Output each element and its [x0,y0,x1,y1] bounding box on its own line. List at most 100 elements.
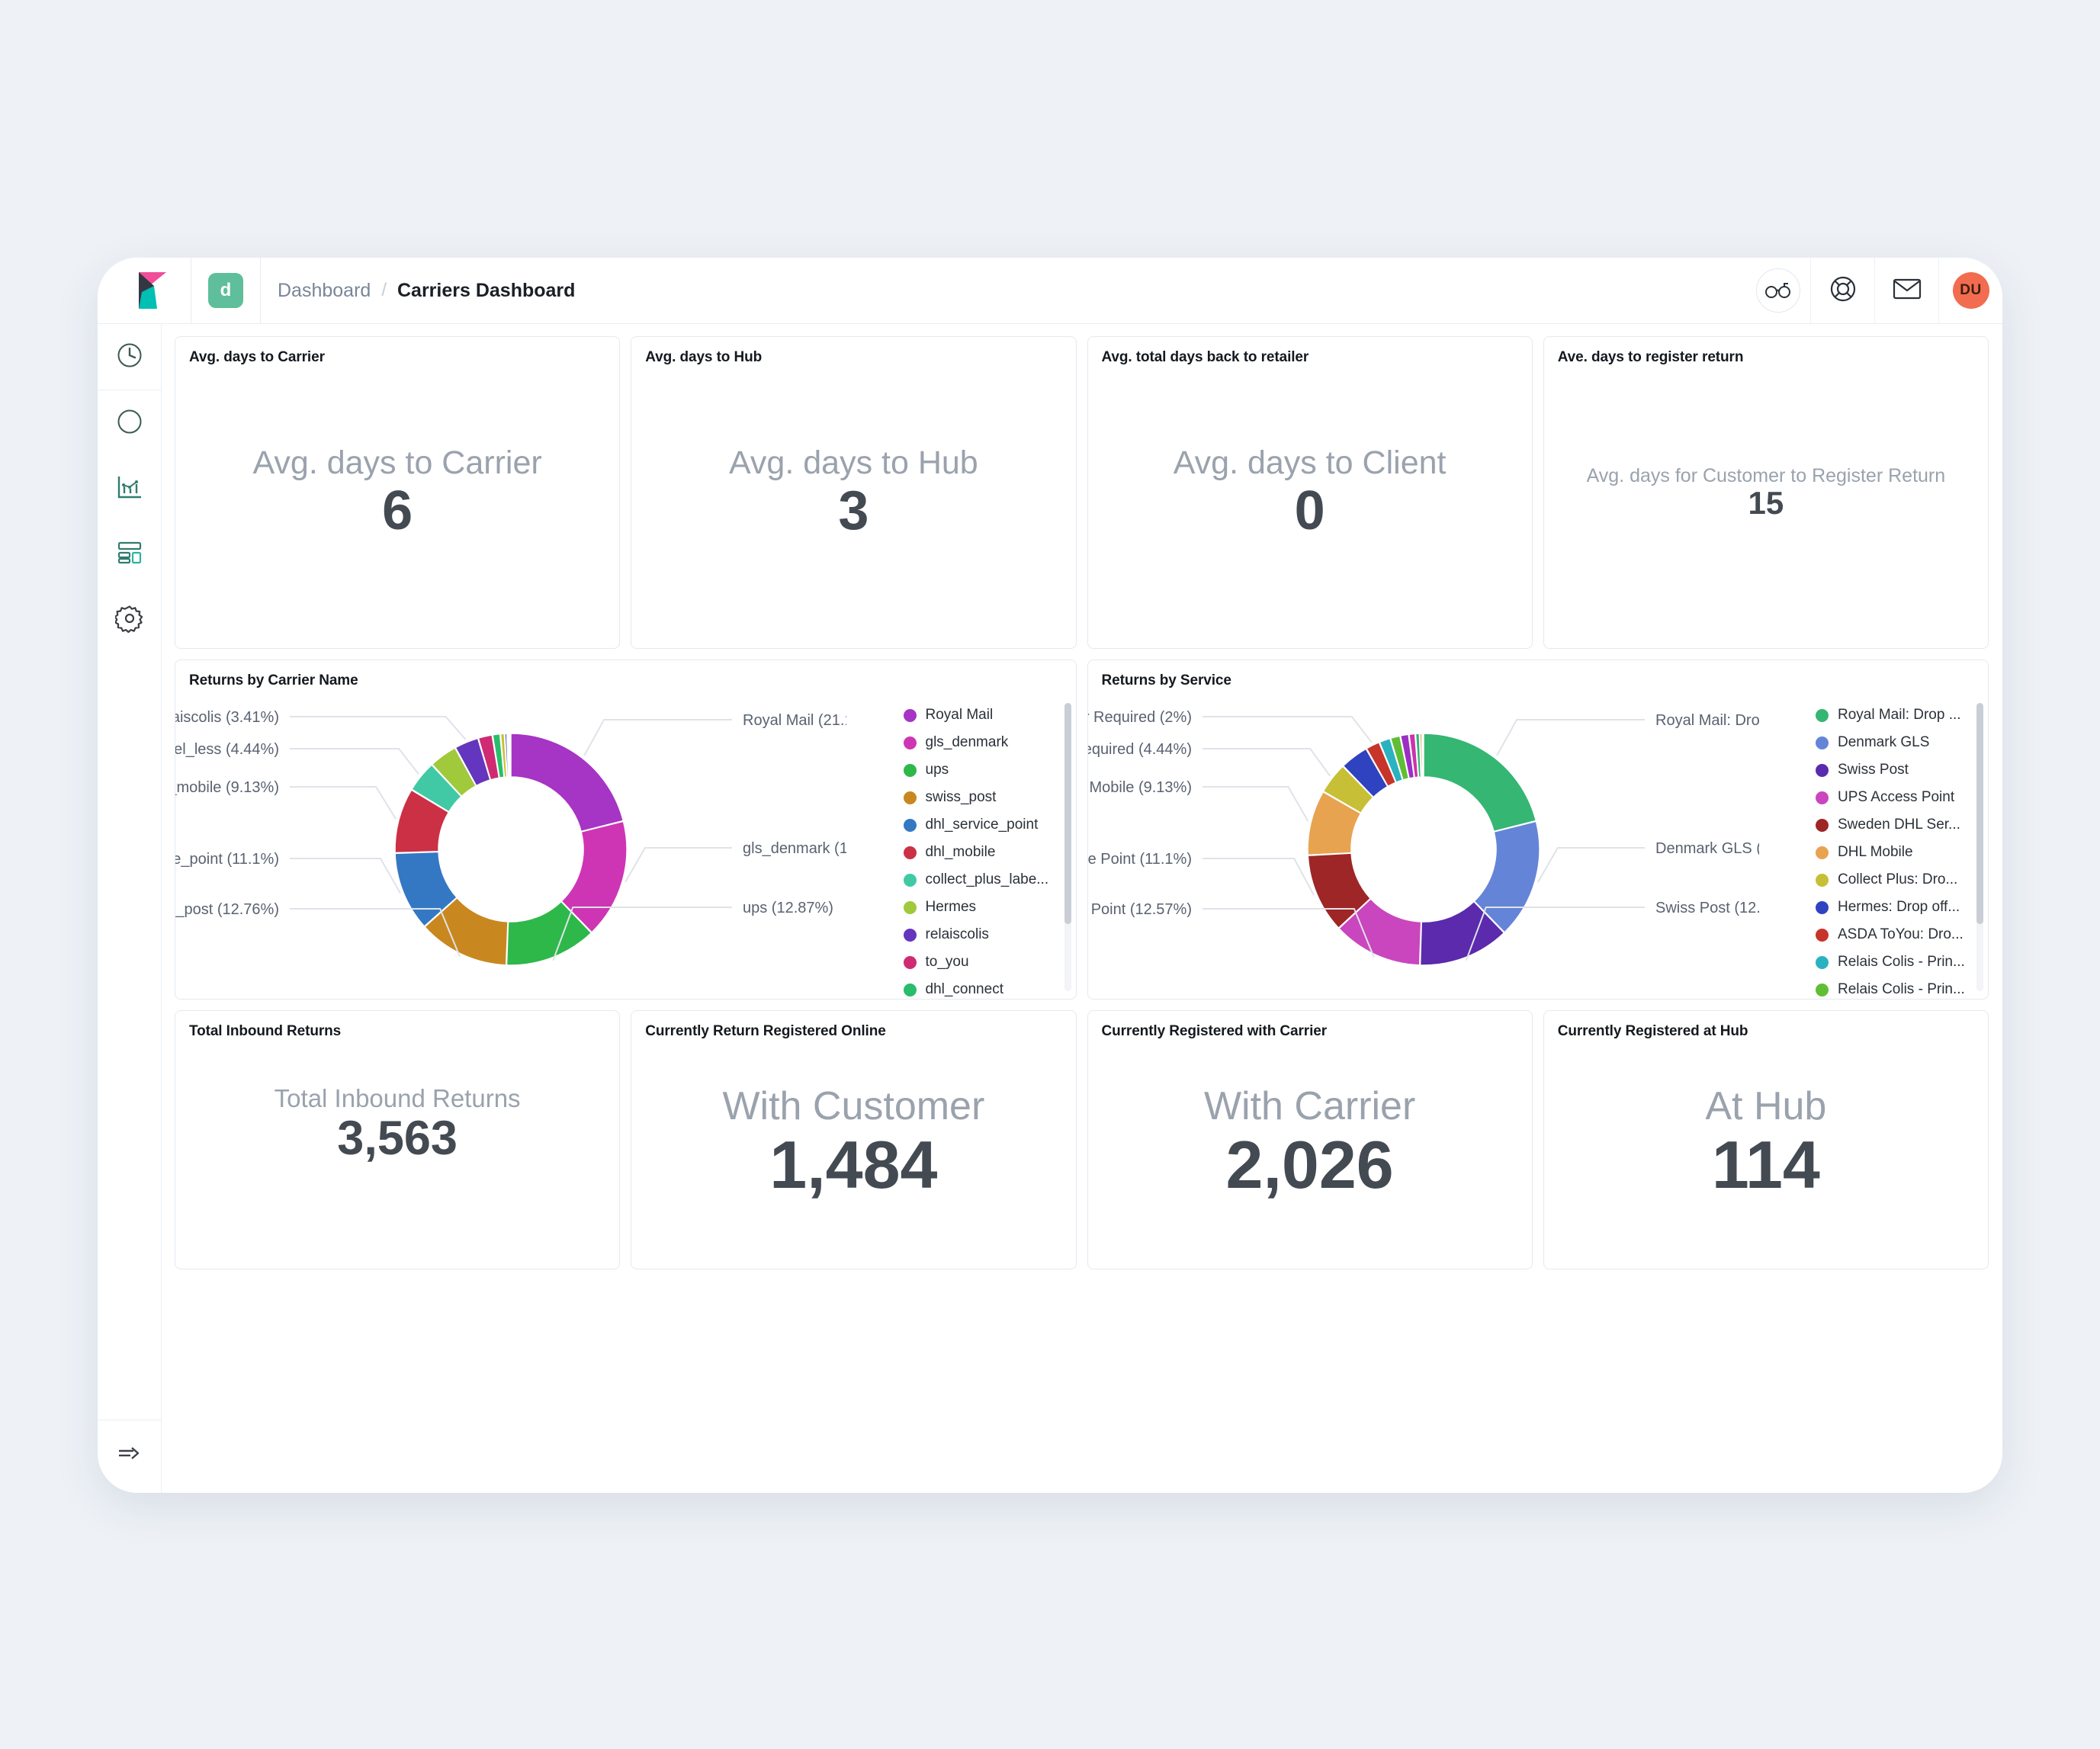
slice-leader-line [290,858,401,894]
metric-value: 2,026 [1225,1126,1394,1202]
legend-carrier-name[interactable]: Royal Mail gls_denmarkups swiss_post dhl_se… [899,694,1076,999]
metric-label: Avg. days to Hub [729,444,978,482]
metric-body: With Carrier 2,026 [1088,1011,1532,1269]
panel-total-inbound-returns[interactable]: Total Inbound Returns Total Inbound Retu… [175,1010,621,1269]
panel-currently-registered-with-carrier[interactable]: Currently Registered with Carrier With C… [1087,1010,1533,1269]
legend-scrollbar[interactable] [1064,703,1071,924]
metric-value: 114 [1711,1126,1820,1202]
metric-label: With Carrier [1203,1084,1416,1128]
panel-avg-total-days-back-to-retailer[interactable]: Avg. total days back to retailer Avg. da… [1087,336,1533,649]
metric-value: 15 [1748,485,1784,521]
sidebar-item-management[interactable] [98,587,162,653]
chart-body: Royal Mail: Drop off - N Denmark GLS (16.… [1088,694,1989,999]
slice-label: Access Point (12.57%) [1088,901,1192,918]
slice-leader-line [1495,719,1645,756]
legend-label: UPS Access Point [1838,789,1955,805]
kibana-logo[interactable] [131,269,174,312]
donut-chart-service[interactable]: Royal Mail: Drop off - N Denmark GLS (16.… [1088,694,1812,999]
legend-item[interactable]: Collect Plus: Dro... [1816,866,1974,894]
panel-ave-days-to-register-return[interactable]: Ave. days to register return Avg. days f… [1543,336,1989,649]
legend-service[interactable]: Royal Mail: Drop ... Denmark GLS Swiss Pos… [1811,694,1988,999]
slice-label: dhl_mobile (9.13%) [175,779,279,796]
slice-leader-line [1202,858,1315,896]
donut-slice[interactable] [1421,733,1424,778]
legend-item[interactable]: Sweden DHL Ser... [1816,811,1974,839]
legend-scrollbar[interactable] [1976,703,1983,924]
compass-icon [115,407,144,440]
slice-label: DHL Mobile (9.13%) [1088,779,1192,796]
legend-color-swatch [1816,763,1829,777]
donut-slice[interactable] [1422,733,1536,833]
sidebar-item-visualize[interactable] [98,456,162,521]
legend-item[interactable]: swiss_post [903,784,1062,811]
legend-item[interactable]: Denmark GLS [1816,729,1974,756]
space-badge[interactable]: d [208,273,243,308]
legend-item[interactable]: Relais Colis - Prin... [1816,948,1974,976]
legend-color-swatch [1816,846,1829,859]
panel-returns-by-carrier-name[interactable]: Returns by Carrier Name Royal Mail (21.1… [175,659,1077,1000]
breadcrumb-current: Carriers Dashboard [397,279,576,301]
slice-label: Royal Mail: Drop off - N [1655,712,1759,729]
legend-item[interactable]: Royal Mail [903,701,1062,729]
slice-label: relaiscolis (3.41%) [175,709,279,726]
legend-color-swatch [903,818,917,832]
dashboard-canvas: Avg. days to Carrier Avg. days to Carrie… [162,324,2002,1493]
legend-label: Swiss Post [1838,762,1909,778]
panel-returns-by-service[interactable]: Returns by Service Royal Mail: Drop off … [1087,659,1989,1000]
metric-label: Total Inbound Returns [274,1084,521,1112]
legend-item[interactable]: Hermes [903,894,1062,921]
sidebar-collapse-button[interactable] [98,1420,162,1493]
slice-label: swiss_post (12.76%) [175,901,279,918]
donut-svg: Royal Mail (21.12%) gls_denmark (16.68%) u… [175,709,846,966]
sidebar-item-dashboard[interactable] [98,521,162,587]
legend-label: to_you [925,954,969,970]
legend-item[interactable]: Hermes: Drop off... [1816,894,1974,921]
legend-item[interactable]: dhl_service_point [903,811,1062,839]
legend-color-swatch [903,736,917,749]
legend-item[interactable]: ASDA ToYou: Dro... [1816,921,1974,948]
slice-leader-line [290,748,419,775]
panel-currently-return-registered-online[interactable]: Currently Return Registered Online With … [631,1010,1077,1269]
legend-label: Collect Plus: Dro... [1838,871,1958,887]
slice-leader-line [290,716,467,740]
legend-label: dhl_service_point [925,817,1039,833]
panel-currently-registered-at-hub[interactable]: Currently Registered at Hub At Hub 114 [1543,1010,1989,1269]
legend-item[interactable]: to_you [903,948,1062,976]
metric-label: With Customer [722,1084,985,1128]
metric-body: Total Inbound Returns 3,563 [175,1011,619,1269]
metric-body: With Customer 1,484 [631,1011,1075,1269]
slice-label: plus_label_less (4.44%) [175,741,279,758]
panel-avg-days-to-hub[interactable]: Avg. days to Hub Avg. days to Hub 3 [631,336,1077,649]
breadcrumb-separator: / [381,280,387,300]
legend-item[interactable]: gls_denmark [903,729,1062,756]
help-button[interactable] [1810,258,1874,323]
legend-item[interactable]: dhl_connect [903,976,1062,999]
legend-item[interactable]: Royal Mail: Drop ... [1816,701,1974,729]
legend-item[interactable]: dhl_mobile [903,839,1062,866]
sidebar-item-discover[interactable] [98,390,162,456]
legend-item[interactable]: Swiss Post [1816,756,1974,784]
metric-value: 0 [1294,480,1325,541]
legend-item[interactable]: relaiscolis [903,921,1062,948]
panel-title: Returns by Service [1101,672,1231,688]
legend-color-swatch [903,955,917,969]
donut-slice[interactable] [510,733,625,833]
legend-item[interactable]: UPS Access Point [1816,784,1974,811]
legend-item[interactable]: DHL Mobile [1816,839,1974,866]
mail-button[interactable] [1874,258,1938,323]
legend-item[interactable]: collect_plus_labe... [903,866,1062,894]
panel-avg-days-to-carrier[interactable]: Avg. days to Carrier Avg. days to Carrie… [175,336,621,649]
legend-item[interactable]: ups [903,756,1062,784]
user-menu-button[interactable]: DU [1938,258,2002,323]
slice-leader-line [290,786,397,820]
donut-chart-carrier-name[interactable]: Royal Mail (21.12%) gls_denmark (16.68%) u… [175,694,899,999]
metric-value: 3 [838,480,869,541]
breadcrumb-dashboard[interactable]: Dashboard [278,280,371,302]
legend-color-swatch [903,983,917,996]
view-mode-button[interactable] [1746,258,1810,323]
legend-item[interactable]: Relais Colis - Prin... [1816,976,1974,999]
sidebar-item-recently-viewed[interactable] [98,324,162,390]
legend-label: ups [925,762,949,778]
legend-color-swatch [1816,708,1829,722]
legend-color-swatch [1816,736,1829,749]
